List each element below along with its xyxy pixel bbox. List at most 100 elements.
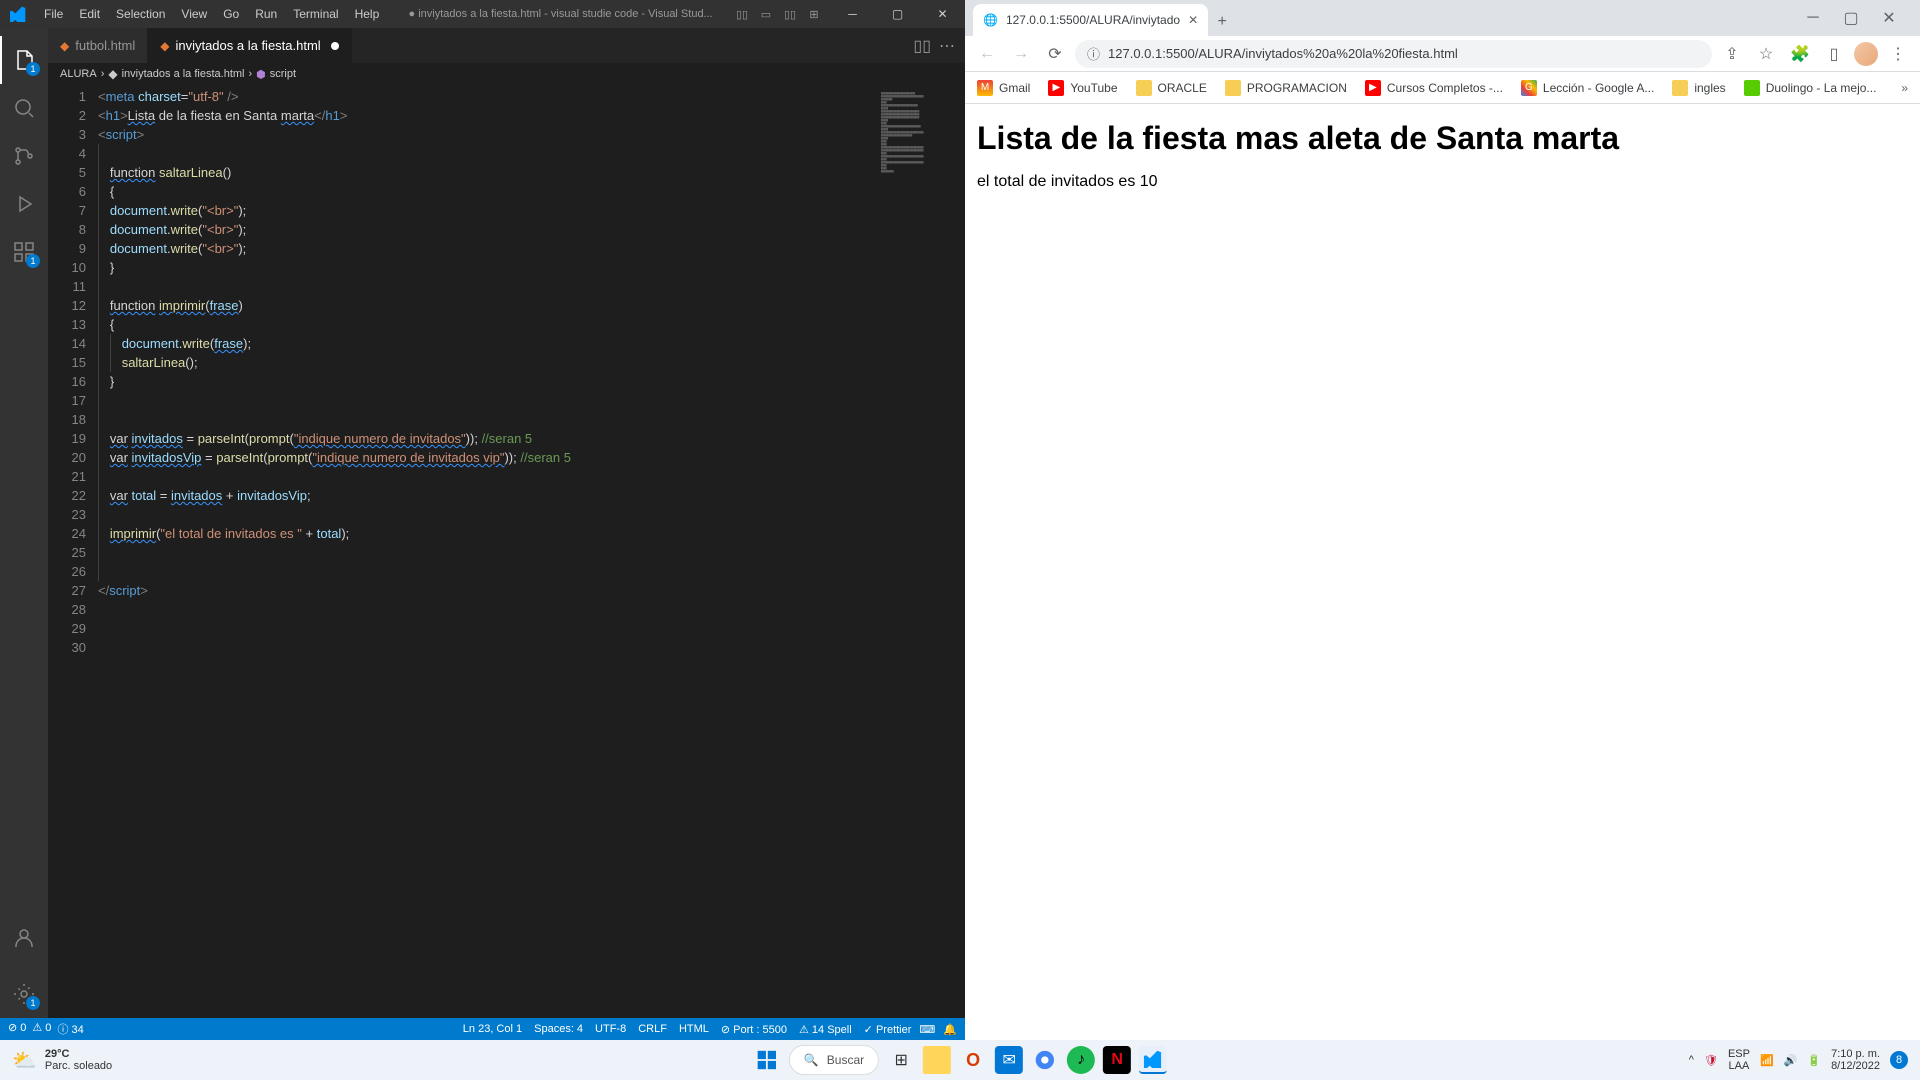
breadcrumb-symbol[interactable]: script (270, 68, 296, 80)
bookmark-item[interactable]: ORACLE (1136, 80, 1207, 96)
bookmark-label: PROGRAMACION (1247, 81, 1347, 95)
menu-file[interactable]: File (36, 7, 71, 21)
extensions-puzzle-icon[interactable]: 🧩 (1786, 40, 1814, 68)
mcafee-icon[interactable]: 🛡 (1704, 1054, 1718, 1067)
reload-button[interactable]: ⟳ (1041, 40, 1069, 68)
code-editor[interactable]: 1234567891011121314151617181920212223242… (48, 85, 965, 1018)
menu-help[interactable]: Help (347, 7, 388, 21)
symbol-icon: ⬢ (256, 68, 266, 81)
close-button[interactable]: ✕ (920, 0, 965, 28)
vscode-taskbar-icon[interactable] (1139, 1046, 1167, 1074)
address-bar[interactable]: ⓘ 127.0.0.1:5500/ALURA/inviytados%20a%20… (1075, 40, 1712, 68)
chrome-taskbar-icon[interactable] (1031, 1046, 1059, 1074)
code-content[interactable]: <meta charset="utf-8" /><h1>Lista de la … (98, 85, 965, 1018)
weather-desc: Parc. soleado (45, 1060, 112, 1072)
minimize-button[interactable]: ─ (830, 0, 875, 28)
weather-widget[interactable]: ⛅ 29°C Parc. soleado (12, 1048, 112, 1073)
wifi-icon[interactable]: 📶 (1760, 1054, 1774, 1067)
search-icon[interactable] (0, 84, 48, 132)
grid-icon[interactable]: ⊞ (806, 6, 822, 22)
menu-go[interactable]: Go (215, 7, 247, 21)
menu-edit[interactable]: Edit (71, 7, 108, 21)
language-indicator[interactable]: ESP LAA (1728, 1048, 1750, 1072)
status-item[interactable]: CRLF (638, 1023, 667, 1035)
share-icon[interactable]: ⇪ (1718, 40, 1746, 68)
feedback-icon[interactable]: ⌨ (919, 1023, 935, 1036)
bookmark-item[interactable]: PROGRAMACION (1225, 80, 1347, 96)
sidebar-icon[interactable]: ▯▯ (782, 6, 798, 22)
settings-badge: 1 (26, 996, 40, 1010)
menu-terminal[interactable]: Terminal (285, 7, 346, 21)
status-item[interactable]: HTML (679, 1023, 709, 1035)
menu-run[interactable]: Run (247, 7, 285, 21)
clock[interactable]: 7:10 p. m. 8/12/2022 (1831, 1048, 1880, 1072)
status-item[interactable]: ⚠ 0 (32, 1021, 51, 1037)
bookmark-item[interactable]: ▶Cursos Completos -... (1365, 80, 1503, 96)
breadcrumb-file[interactable]: inviytados a la fiesta.html (122, 68, 245, 80)
status-item[interactable]: ✓ Prettier (864, 1023, 912, 1036)
info-icon[interactable]: ⓘ (1087, 44, 1100, 63)
office-taskbar-icon[interactable]: O (959, 1046, 987, 1074)
account-icon[interactable] (0, 914, 48, 962)
bookmarks-overflow-icon[interactable]: » (1901, 81, 1908, 95)
task-view-icon[interactable]: ⊞ (887, 1046, 915, 1074)
breadcrumb[interactable]: ALURA › ◆ inviytados a la fiesta.html › … (48, 63, 965, 85)
chrome-minimize-button[interactable]: ─ (1798, 9, 1828, 27)
bookmark-item[interactable]: MGmail (977, 80, 1030, 96)
source-control-icon[interactable] (0, 132, 48, 180)
explorer-taskbar-icon[interactable] (923, 1046, 951, 1074)
menu-selection[interactable]: Selection (108, 7, 173, 21)
status-item[interactable]: Ln 23, Col 1 (463, 1023, 522, 1035)
status-item[interactable]: ⊘ 0 (8, 1021, 26, 1037)
profile-avatar[interactable] (1854, 42, 1878, 66)
settings-gear-icon[interactable]: 1 (0, 970, 48, 1018)
tray-chevron-icon[interactable]: ^ (1689, 1054, 1694, 1066)
chrome-close-button[interactable]: ✕ (1874, 8, 1904, 28)
bookmark-item[interactable]: ▶YouTube (1048, 80, 1117, 96)
page-content: Lista de la fiesta mas aleta de Santa ma… (965, 104, 1920, 1040)
explorer-icon[interactable]: 1 (0, 36, 48, 84)
bell-icon[interactable]: 🔔 (943, 1023, 957, 1036)
notifications-badge[interactable]: 8 (1890, 1051, 1908, 1069)
new-tab-button[interactable]: + (1208, 8, 1236, 36)
maximize-button[interactable]: ▢ (875, 0, 920, 28)
editor-tab[interactable]: ◆futbol.html (48, 28, 148, 63)
extensions-icon[interactable]: 1 (0, 228, 48, 276)
bookmark-item[interactable]: GLección - Google A... (1521, 80, 1654, 96)
layout-icon[interactable]: ▯▯ (734, 6, 750, 22)
breadcrumb-folder[interactable]: ALURA (60, 68, 97, 80)
status-item[interactable]: ⊘ Port : 5500 (721, 1023, 787, 1036)
battery-icon[interactable]: 🔋 (1807, 1054, 1821, 1067)
netflix-taskbar-icon[interactable]: N (1103, 1046, 1131, 1074)
status-item[interactable]: ⚠ 14 Spell (799, 1023, 852, 1036)
minimap[interactable]: ████████████████████████████████████████… (875, 85, 965, 1018)
search-loupe-icon: 🔍 (804, 1053, 819, 1067)
forward-button[interactable]: → (1007, 40, 1035, 68)
volume-icon[interactable]: 🔊 (1784, 1054, 1798, 1067)
start-button[interactable] (753, 1046, 781, 1074)
menu-view[interactable]: View (173, 7, 215, 21)
bookmark-label: Duolingo - La mejo... (1766, 81, 1877, 95)
status-item[interactable]: UTF-8 (595, 1023, 626, 1035)
status-item[interactable]: ⓘ 34 (57, 1021, 83, 1037)
chrome-menu-icon[interactable]: ⋮ (1884, 40, 1912, 68)
star-icon[interactable]: ☆ (1752, 40, 1780, 68)
spotify-taskbar-icon[interactable]: ♪ (1067, 1046, 1095, 1074)
bookmark-item[interactable]: Duolingo - La mejo... (1744, 80, 1877, 96)
more-actions-icon[interactable]: ⋯ (939, 36, 955, 56)
panel-icon[interactable]: ▭ (758, 6, 774, 22)
chrome-maximize-button[interactable]: ▢ (1836, 8, 1866, 28)
side-panel-icon[interactable]: ▯ (1820, 40, 1848, 68)
bookmark-item[interactable]: ingles (1672, 80, 1725, 96)
mail-taskbar-icon[interactable]: ✉ (995, 1046, 1023, 1074)
editor-tab[interactable]: ◆inviytados a la fiesta.html (148, 28, 351, 63)
activity-bar: 1 1 1 (0, 28, 48, 1018)
debug-icon[interactable] (0, 180, 48, 228)
browser-tab[interactable]: 🌐 127.0.0.1:5500/ALURA/inviytado ✕ (973, 4, 1208, 36)
split-editor-icon[interactable]: ▯▯ (913, 36, 931, 56)
bookmark-label: YouTube (1070, 81, 1117, 95)
status-item[interactable]: Spaces: 4 (534, 1023, 583, 1035)
close-tab-icon[interactable]: ✕ (1188, 13, 1198, 27)
back-button[interactable]: ← (973, 40, 1001, 68)
taskbar-search[interactable]: 🔍 Buscar (789, 1045, 879, 1075)
